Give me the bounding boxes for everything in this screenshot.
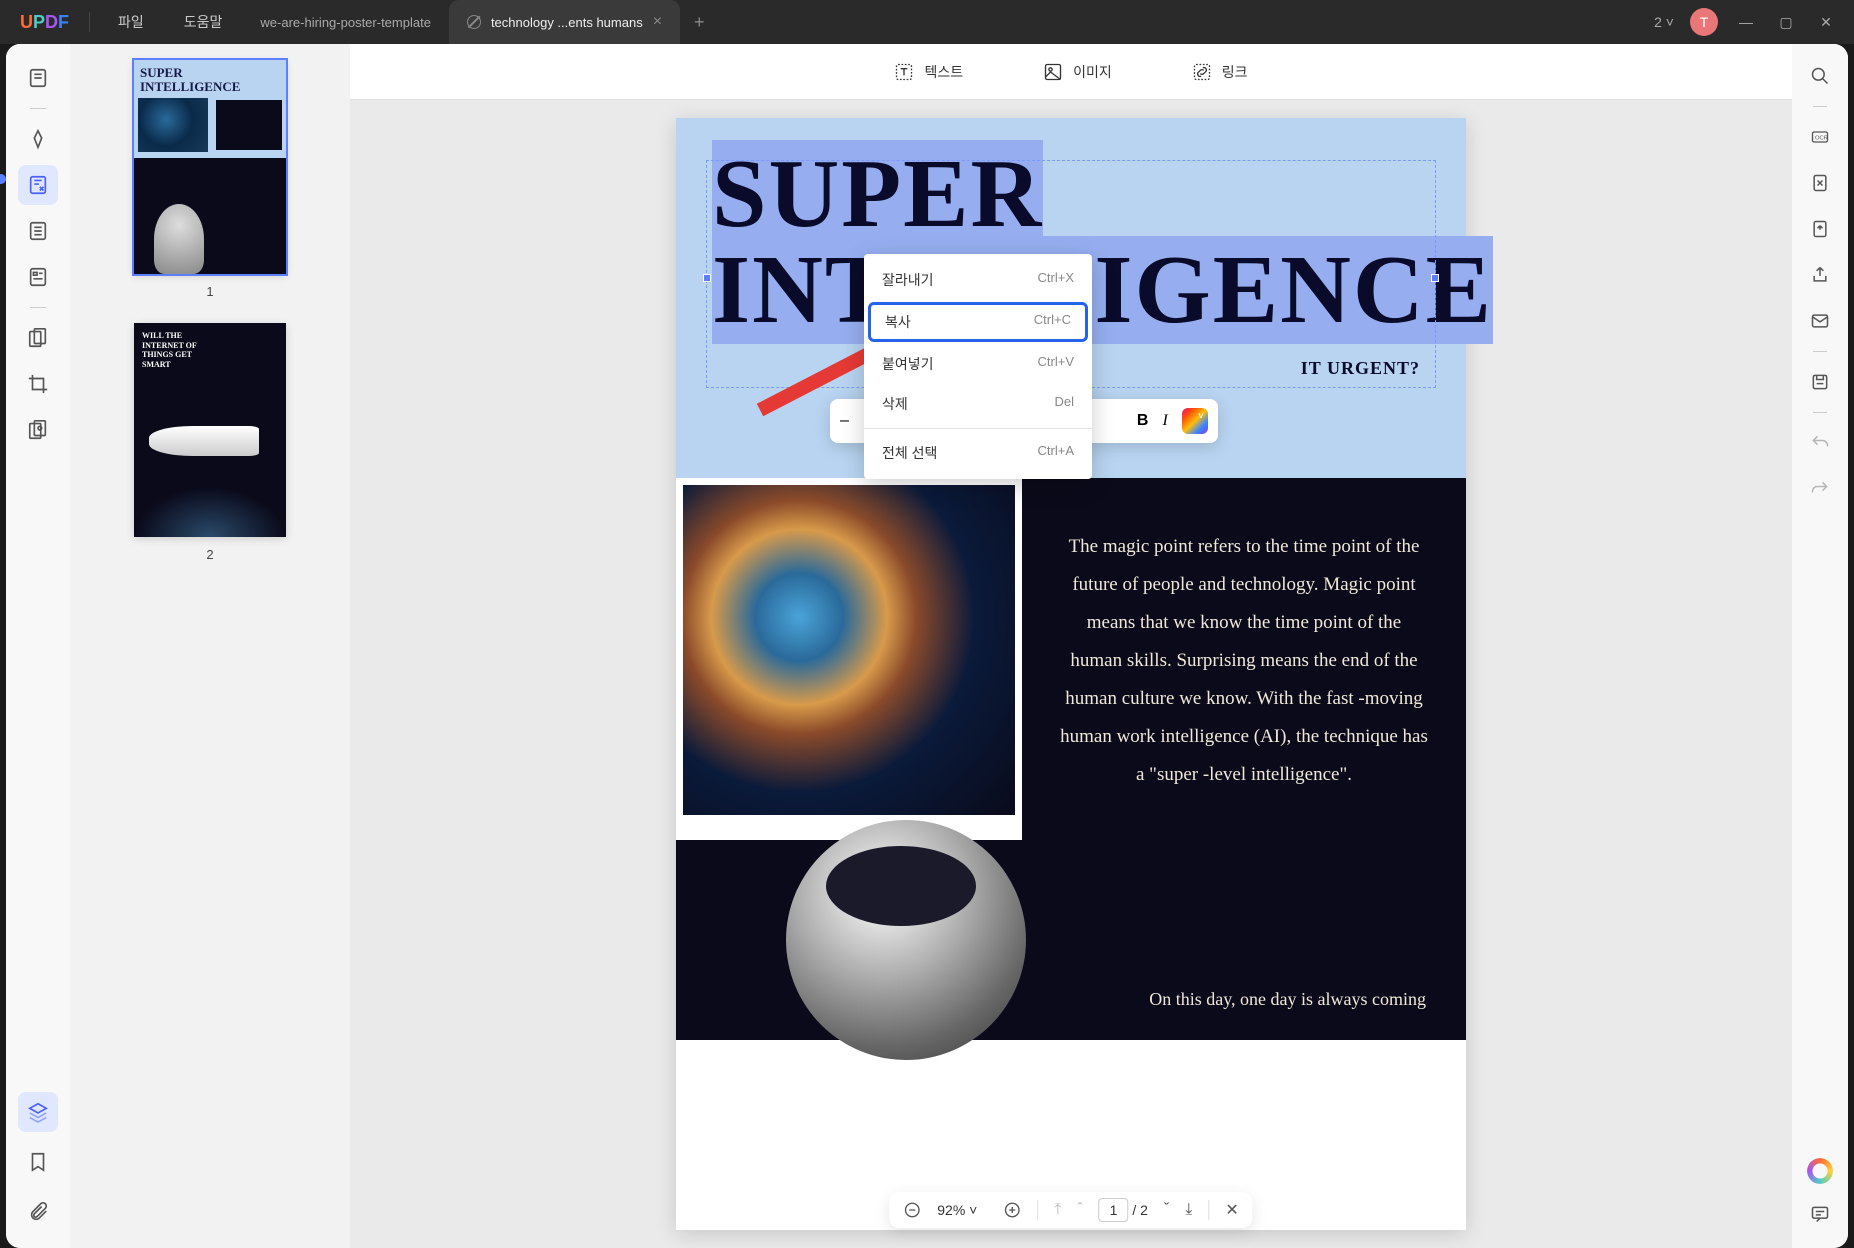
footer-text: On this day, one day is always coming	[1149, 989, 1426, 1010]
italic-button[interactable]: I	[1162, 412, 1167, 430]
thumbnail-2[interactable]: WILL THE INTERNET OF THINGS GET SMART 2	[86, 323, 334, 562]
context-menu-paste[interactable]: 붙여넣기Ctrl+V	[864, 344, 1092, 384]
share-icon[interactable]	[1802, 257, 1838, 293]
attachment-icon[interactable]	[18, 1192, 58, 1232]
close-zoombar-button[interactable]: ✕	[1225, 1200, 1238, 1220]
nebula-image	[680, 482, 1018, 818]
crop-tool-icon[interactable]	[18, 364, 58, 404]
edit-toolbar: 텍스트 이미지 링크	[350, 44, 1792, 100]
export-icon[interactable]	[1802, 211, 1838, 247]
add-tab-button[interactable]: +	[680, 12, 719, 33]
main-area: SUPER INTELLIGENCE 1 WILL THE INTERNET O…	[6, 44, 1848, 1248]
bookmark-icon[interactable]	[18, 1142, 58, 1182]
reader-mode-icon[interactable]	[18, 58, 58, 98]
document-viewport[interactable]: SUPER INTELLIGENCE IT URGENT? The magic …	[350, 100, 1792, 1248]
marker-tool-icon[interactable]	[18, 119, 58, 159]
image-tool-button[interactable]: 이미지	[1043, 62, 1112, 82]
redo-icon[interactable]	[1802, 471, 1838, 507]
context-menu-copy[interactable]: 복사Ctrl+C	[868, 302, 1088, 342]
astronaut-image	[786, 820, 1026, 1060]
redact-tool-icon[interactable]	[18, 410, 58, 450]
menu-file[interactable]: 파일	[98, 12, 164, 32]
user-avatar[interactable]: T	[1690, 8, 1718, 36]
resize-handle-right[interactable]	[1431, 274, 1439, 282]
thumbnail-panel: SUPER INTELLIGENCE 1 WILL THE INTERNET O…	[70, 44, 350, 1248]
next-page-button[interactable]: ˇ	[1164, 1201, 1169, 1219]
minimize-button[interactable]: —	[1726, 14, 1766, 30]
menu-help[interactable]: 도움말	[164, 12, 243, 32]
ai-assistant-icon[interactable]	[1807, 1158, 1833, 1184]
titlebar: UPDF 파일 도움말 we-are-hiring-poster-templat…	[0, 0, 1854, 44]
body-text: The magic point refers to the time point…	[1022, 478, 1466, 844]
ocr-icon[interactable]: OCR	[1802, 119, 1838, 155]
link-tool-button[interactable]: 링크	[1192, 62, 1248, 82]
pages-tool-icon[interactable]	[18, 318, 58, 358]
svg-text:OCR: OCR	[1815, 136, 1828, 142]
zoom-in-button[interactable]	[1003, 1201, 1021, 1219]
thumb-title: WILL THE INTERNET OF THINGS GET SMART	[142, 331, 210, 369]
page-indicator[interactable]: 1 / 2	[1099, 1202, 1148, 1218]
email-icon[interactable]	[1802, 303, 1838, 339]
undo-icon[interactable]	[1802, 425, 1838, 461]
app-logo: UPDF	[8, 12, 81, 33]
close-button[interactable]: ✕	[1806, 14, 1846, 31]
tab-count[interactable]: 2 ˅	[1646, 14, 1682, 30]
first-page-button[interactable]: ⤒	[1054, 1201, 1061, 1219]
comment-icon[interactable]	[1802, 1196, 1838, 1232]
save-icon[interactable]	[1802, 364, 1838, 400]
resize-handle-left[interactable]	[703, 274, 711, 282]
maximize-button[interactable]: ▢	[1766, 14, 1806, 31]
tab-label: technology ...ents humans	[491, 15, 643, 30]
thumbnail-1[interactable]: SUPER INTELLIGENCE 1	[86, 60, 334, 299]
prev-page-button[interactable]: ˆ	[1077, 1201, 1082, 1219]
thumb-number: 1	[206, 284, 213, 299]
close-tab-icon[interactable]: ×	[653, 13, 662, 31]
left-toolbar	[6, 44, 70, 1248]
right-toolbar: OCR	[1792, 44, 1848, 1248]
context-menu: 잘라내기Ctrl+X 복사Ctrl+C 붙여넣기Ctrl+V 삭제Del 전체 …	[864, 254, 1092, 479]
document-area: 텍스트 이미지 링크 SUPER INTELLIGENCE IT URGENT?	[350, 44, 1792, 1248]
compress-icon[interactable]	[1802, 165, 1838, 201]
thumb-title: SUPER INTELLIGENCE	[140, 66, 280, 95]
bold-button[interactable]: B	[1137, 412, 1149, 430]
tab-label: we-are-hiring-poster-template	[260, 15, 431, 30]
readonly-icon	[467, 15, 481, 29]
layers-icon[interactable]	[18, 1092, 58, 1132]
context-menu-delete[interactable]: 삭제Del	[864, 384, 1092, 424]
tab-inactive[interactable]: we-are-hiring-poster-template	[242, 0, 449, 44]
color-picker-button[interactable]	[1182, 408, 1208, 434]
context-menu-cut[interactable]: 잘라내기Ctrl+X	[864, 260, 1092, 300]
zoom-out-button[interactable]	[903, 1201, 921, 1219]
zoom-toolbar: 92% ˅ ⤒ ˆ 1 / 2 ˇ ⤓ ✕	[889, 1192, 1252, 1228]
last-page-button[interactable]: ⤓	[1185, 1201, 1192, 1219]
context-menu-select-all[interactable]: 전체 선택Ctrl+A	[864, 433, 1092, 473]
search-icon[interactable]	[1802, 58, 1838, 94]
divider	[89, 12, 90, 32]
thumb-number: 2	[206, 547, 213, 562]
form-tool-icon[interactable]	[18, 257, 58, 297]
text-tool-button[interactable]: 텍스트	[894, 62, 963, 82]
zoom-level[interactable]: 92% ˅	[937, 1202, 987, 1218]
edit-tool-icon[interactable]	[18, 165, 58, 205]
organize-tool-icon[interactable]	[18, 211, 58, 251]
tab-active[interactable]: technology ...ents humans ×	[449, 0, 680, 44]
